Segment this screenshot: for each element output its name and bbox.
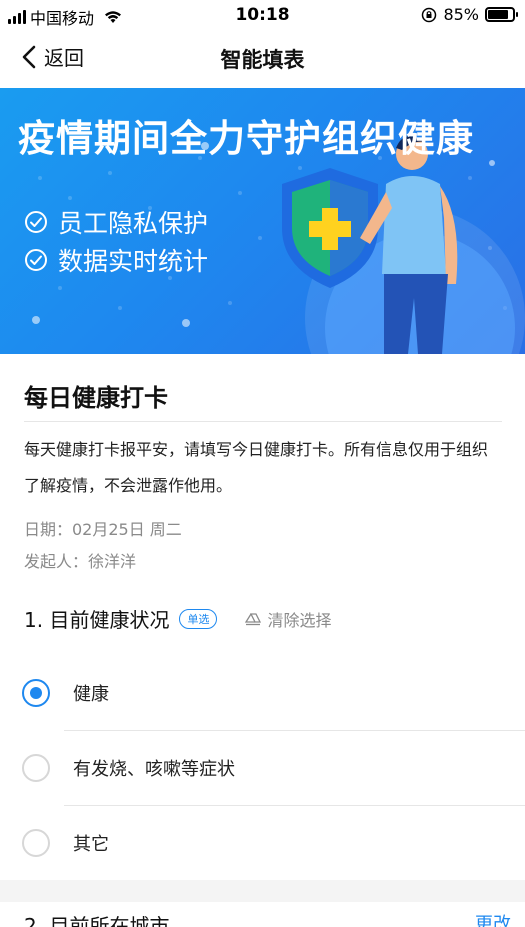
page-title: 智能填表 [220, 48, 305, 72]
check-circle-icon [25, 249, 47, 271]
radio-button[interactable] [22, 829, 50, 857]
form-date: 日期：02月25日 周二 [24, 520, 182, 539]
banner-headline: 疫情期间全力守护组织健康 [18, 117, 474, 160]
clear-selection-label: 清除选择 [267, 610, 332, 630]
option-symptoms[interactable]: 有发烧、咳嗽等症状 [0, 731, 525, 805]
clear-selection-button[interactable]: 清除选择 [245, 607, 331, 631]
radio-button[interactable] [22, 754, 50, 782]
question-2-title: 2. 目前所在城市 [24, 914, 170, 927]
nav-bar: 返回 智能填表 [0, 30, 525, 88]
option-label: 健康 [73, 684, 109, 705]
section-separator [0, 880, 525, 902]
eraser-icon [245, 612, 262, 625]
battery-icon [485, 7, 518, 22]
status-right: 85% [421, 5, 518, 24]
orientation-lock-icon [422, 7, 437, 22]
option-other[interactable]: 其它 [0, 806, 525, 880]
check-circle-icon [25, 211, 47, 233]
question-2-row: 2. 目前所在城市 更改 [0, 902, 525, 927]
divider [24, 421, 502, 422]
form-initiator: 发起人：徐洋洋 [24, 552, 137, 571]
change-city-button[interactable]: 更改 [475, 910, 511, 927]
radio-button[interactable] [22, 679, 50, 707]
question-header: 1. 目前健康状况 单选 清除选择 [24, 604, 331, 633]
banner-feature-label: 员工隐私保护 [58, 209, 209, 238]
banner-feature: 员工隐私保护 [24, 204, 208, 240]
banner-feature: 数据实时统计 [24, 242, 208, 278]
option-healthy[interactable]: 健康 [0, 656, 525, 730]
battery-percent: 85% [443, 5, 479, 24]
option-label: 有发烧、咳嗽等症状 [73, 759, 235, 780]
banner: 疫情期间全力守护组织健康 员工隐私保护 数据实时统计 [0, 88, 525, 354]
form-description: 每天健康打卡报平安，请填写今日健康打卡。所有信息仅用于组织了解疫情，不会泄露作他… [24, 440, 489, 495]
status-bar: 中国移动 10:18 85% [0, 0, 525, 30]
form-title: 每日健康打卡 [24, 384, 168, 412]
question-title: 1. 目前健康状况 [24, 608, 170, 632]
option-label: 其它 [73, 834, 109, 855]
single-choice-badge: 单选 [179, 608, 218, 629]
banner-feature-label: 数据实时统计 [58, 247, 209, 276]
